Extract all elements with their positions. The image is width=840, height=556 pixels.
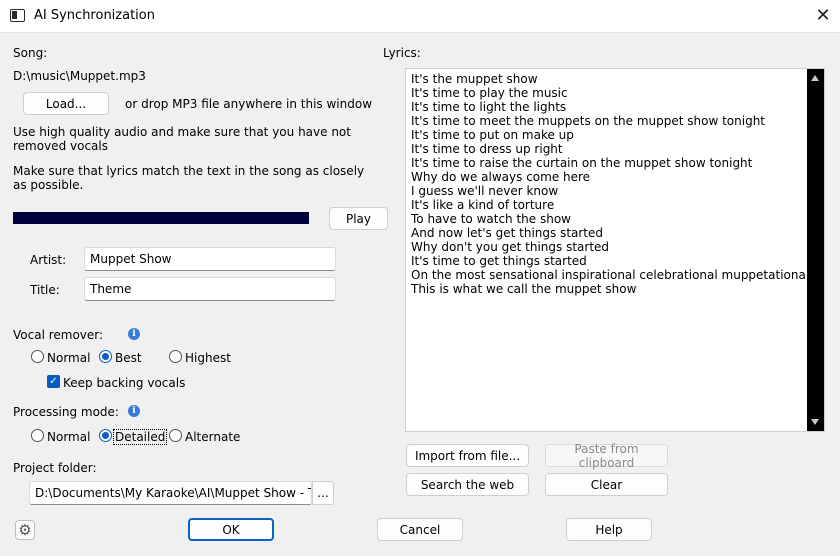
mode-normal-radio[interactable] [31, 429, 44, 442]
search-web-button[interactable]: Search the web [406, 473, 529, 496]
mode-alternate-label[interactable]: Alternate [185, 430, 240, 444]
import-from-file-button[interactable]: Import from file... [406, 444, 529, 467]
vocal-highest-label[interactable]: Highest [185, 351, 231, 365]
play-button[interactable]: Play [329, 207, 388, 230]
load-button[interactable]: Load... [23, 92, 109, 115]
mode-alternate-radio[interactable] [169, 429, 182, 442]
info-icon[interactable]: i [128, 405, 140, 417]
vocal-highest-radio[interactable] [169, 350, 182, 363]
app-window-icon [10, 9, 25, 22]
ok-button[interactable]: OK [188, 518, 274, 541]
vocal-normal-label[interactable]: Normal [47, 351, 90, 365]
lyrics-hint-line1: Make sure that lyrics match the text in … [13, 164, 365, 178]
quality-hint-line2: removed vocals [13, 139, 108, 153]
mode-normal-label[interactable]: Normal [47, 430, 90, 444]
info-icon[interactable]: i [128, 328, 140, 340]
vocal-best-label[interactable]: Best [115, 351, 142, 365]
title-input[interactable]: Theme [84, 277, 336, 301]
artist-input[interactable]: Muppet Show [84, 247, 336, 271]
song-path: D:\music\Muppet.mp3 [13, 69, 146, 83]
song-label: Song: [13, 46, 48, 60]
project-folder-label: Project folder: [13, 461, 97, 475]
vocal-remover-label: Vocal remover: [13, 328, 104, 342]
drop-hint: or drop MP3 file anywhere in this window [125, 97, 373, 111]
cancel-button[interactable]: Cancel [377, 518, 463, 541]
scroll-up-icon[interactable] [811, 75, 819, 81]
scroll-down-icon[interactable] [811, 419, 819, 425]
gear-icon[interactable]: ⚙ [15, 520, 35, 540]
lyrics-label: Lyrics: [383, 46, 421, 60]
clear-button[interactable]: Clear [545, 473, 668, 496]
mode-detailed-label[interactable]: Detailed [113, 429, 168, 445]
keep-backing-checkbox[interactable]: ✓ [47, 375, 60, 388]
audio-progress-bar [13, 212, 309, 224]
lyrics-scrollbar[interactable] [807, 69, 824, 431]
lyrics-hint-line2: as possible. [13, 178, 84, 192]
keep-backing-label[interactable]: Keep backing vocals [63, 376, 185, 390]
help-button[interactable]: Help [566, 518, 652, 541]
window-title: AI Synchronization [34, 8, 155, 23]
vocal-best-radio[interactable] [99, 350, 112, 363]
quality-hint-line1: Use high quality audio and make sure tha… [13, 125, 351, 139]
paste-from-clipboard-button[interactable]: Paste from clipboard [545, 442, 668, 470]
processing-mode-label: Processing mode: [13, 405, 119, 419]
artist-label: Artist: [30, 253, 67, 267]
mode-detailed-radio[interactable] [99, 429, 112, 442]
lyrics-textarea[interactable]: It's the muppet show It's time to play t… [405, 68, 825, 432]
title-label: Title: [30, 283, 60, 297]
browse-folder-button[interactable]: ... [312, 481, 334, 505]
close-icon[interactable]: ✕ [810, 4, 836, 28]
project-folder-input[interactable]: D:\Documents\My Karaoke\AI\Muppet Show -… [29, 481, 312, 505]
vocal-normal-radio[interactable] [31, 350, 44, 363]
lyrics-text[interactable]: It's the muppet show It's time to play t… [411, 72, 809, 296]
